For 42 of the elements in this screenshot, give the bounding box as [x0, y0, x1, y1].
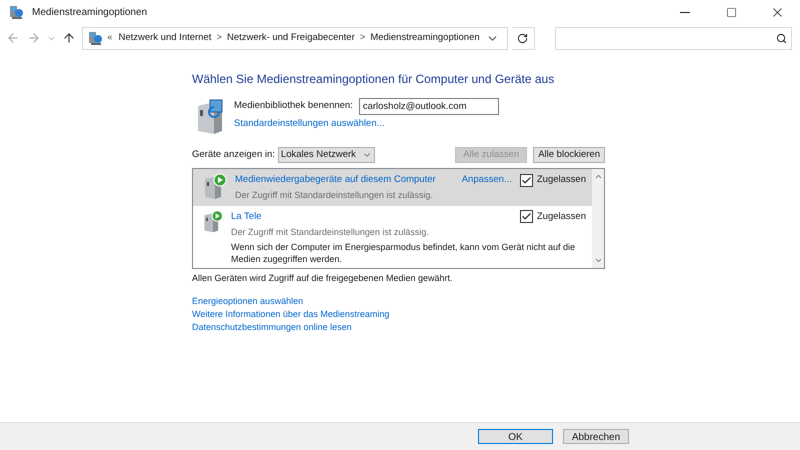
breadcrumb[interactable]: Netzwerk und Internet	[118, 30, 212, 46]
info-link[interactable]: Energieoptionen auswählen	[192, 295, 304, 308]
scrollbar[interactable]	[592, 169, 604, 268]
allowed-checkbox[interactable]	[520, 174, 533, 187]
info-link[interactable]: Weitere Informationen über das Medienstreaming	[192, 308, 390, 321]
block-all-button[interactable]: Alle blockieren	[533, 147, 605, 163]
filter-label: Geräte anzeigen in:	[192, 148, 275, 162]
library-name-label: Medienbibliothek benennen:	[234, 99, 353, 114]
search-field[interactable]	[554, 26, 792, 50]
device-status: Der Zugriff mit Standardeinstellungen ist zulässig.	[231, 226, 429, 239]
customize-link[interactable]: Anpassen...	[462, 173, 512, 188]
device-name[interactable]: La Tele	[231, 210, 262, 224]
device-name[interactable]: Medienwiedergabegeräte auf diesem Computer	[235, 173, 436, 188]
breadcrumb[interactable]: Netzwerk- und Freigabecenter	[226, 30, 355, 46]
up-arrow-icon	[62, 31, 76, 45]
allowed-checkbox[interactable]	[520, 210, 533, 224]
page-heading: Wählen Sie Medienstreamingoptionen für Computer und Geräte aus	[192, 71, 554, 88]
allowed-label: Zugelassen	[536, 210, 586, 224]
scroll-up-icon[interactable]	[594, 172, 602, 181]
device-note: Wenn sich der Computer im Energiesparmodus befindet, kann vom Gerät nicht auf die Medien zugegriffen werden.	[231, 240, 576, 264]
defaults-link[interactable]: Standardeinstellungen auswählen...	[234, 117, 499, 132]
overflow-chevron[interactable]: «	[107, 30, 112, 46]
maximize-icon	[726, 6, 736, 18]
library-name-field[interactable]: carlosholz@outlook.com	[358, 98, 499, 115]
device-status: Der Zugriff mit Standardeinstellungen ist zulässig.	[235, 189, 433, 202]
dialog-button[interactable]: Abbrechen	[563, 429, 629, 444]
address-field[interactable]: « Netzwerk und Internet > Netzwerk- und Freigabecenter > Medienstreamingoptionen	[82, 26, 508, 50]
breadcrumb[interactable]: Medienstreamingoptionen	[370, 30, 480, 46]
device-row[interactable]: Medienwiedergabegeräte auf diesem Computer Anpassen... Zugelassen Der Zugriff mit Standardeinstellungen ist zulässig.	[193, 169, 592, 206]
filter-dropdown[interactable]: Lokales Netzwerk	[278, 147, 375, 163]
refresh-button[interactable]	[512, 26, 535, 50]
breadcrumb-separator: >	[360, 30, 366, 45]
app-icon	[8, 4, 24, 20]
refresh-icon	[517, 32, 528, 44]
window-title: Medienstreamingoptionen	[32, 6, 148, 20]
network-folder-icon	[87, 30, 104, 46]
dialog-button[interactable]: OK	[478, 429, 553, 444]
info-link[interactable]: Datenschutzbestimmungen online lesen	[192, 321, 352, 334]
allowed-label: Zugelassen	[536, 173, 586, 187]
breadcrumb-separator: >	[216, 30, 222, 45]
search-icon	[776, 32, 787, 44]
summary-text: Allen Geräten wird Zugriff auf die freigegebenen Medien gewährt.	[192, 272, 452, 285]
